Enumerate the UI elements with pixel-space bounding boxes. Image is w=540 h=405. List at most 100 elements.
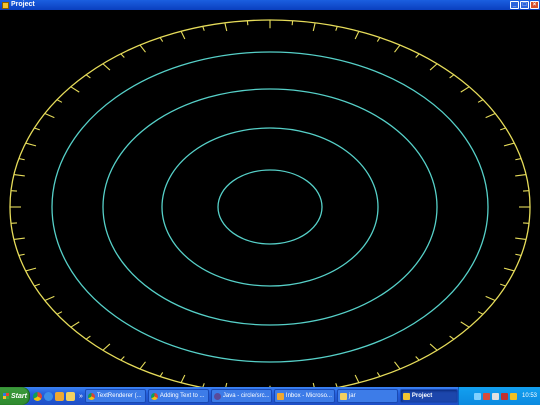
volume-icon[interactable] <box>491 392 499 400</box>
tick-mark <box>18 158 25 161</box>
maximize-icon: □ <box>522 2 527 8</box>
tick-mark <box>18 253 25 256</box>
start-label: Start <box>11 392 27 400</box>
tick-mark <box>139 44 146 53</box>
close-icon: × <box>532 2 537 8</box>
task-button-jar[interactable]: jar <box>336 389 398 403</box>
tick-mark <box>180 31 186 40</box>
network-icon[interactable] <box>473 392 481 400</box>
tick-mark <box>120 53 125 58</box>
tick-mark <box>291 20 294 26</box>
tick-mark <box>120 356 125 361</box>
minimize-button[interactable]: _ <box>510 1 519 9</box>
tick-mark <box>429 343 438 351</box>
tick-mark <box>415 356 420 361</box>
tick-mark <box>34 127 40 131</box>
tick-mark <box>500 127 506 131</box>
tick-mark <box>70 86 80 93</box>
task-button-java-eclipse[interactable]: Java - circle/src... <box>210 389 272 403</box>
start-button[interactable]: Start <box>0 387 30 405</box>
tick-mark <box>224 22 228 32</box>
tick-mark <box>485 295 496 302</box>
tick-mark <box>139 361 146 370</box>
tick-mark <box>246 20 249 26</box>
tick-mark <box>503 267 515 272</box>
tick-mark <box>85 74 91 79</box>
tick-mark <box>376 372 381 377</box>
close-button[interactable]: × <box>530 1 539 9</box>
tick-mark <box>44 112 55 119</box>
tick-mark <box>429 63 438 71</box>
java-applet-icon <box>402 392 410 400</box>
overflow-chevron[interactable]: » <box>79 393 83 400</box>
folder-icon <box>339 392 347 400</box>
window-title: Project <box>11 1 35 8</box>
outlook-icon[interactable] <box>55 391 64 401</box>
tick-mark <box>354 31 360 40</box>
minimize-icon: _ <box>512 2 517 8</box>
ie-icon[interactable] <box>44 391 53 401</box>
tick-mark <box>85 335 91 340</box>
taskbar: Start » TextRenderer (... Adding Text to… <box>0 387 540 405</box>
task-button-project[interactable]: Project <box>399 389 458 403</box>
outer-ellipse <box>9 19 531 387</box>
chrome-icon <box>150 392 158 400</box>
tick-mark <box>477 311 484 315</box>
java-applet-icon <box>2 1 9 9</box>
eclipse-icon <box>213 392 221 400</box>
tick-mark <box>335 26 338 31</box>
task-button-textrenderer[interactable]: TextRenderer (... <box>84 389 146 403</box>
tick-mark <box>312 22 316 32</box>
tick-mark <box>180 374 186 383</box>
chrome-icon <box>87 392 95 400</box>
task-button-adding-text[interactable]: Adding Text to ... <box>147 389 209 403</box>
tick-mark <box>25 142 37 147</box>
update-icon[interactable] <box>509 392 517 400</box>
clock: 10:53 <box>521 393 537 399</box>
shield-icon[interactable] <box>482 392 490 400</box>
task-label: Project <box>411 393 433 399</box>
outlook-icon <box>276 392 284 400</box>
ellipse-drawing <box>9 19 531 387</box>
ring-2 <box>102 88 438 326</box>
tick-mark <box>102 63 111 71</box>
tick-mark <box>159 37 164 42</box>
tick-mark <box>394 361 401 370</box>
tick-mark <box>460 86 470 93</box>
task-label: Java - circle/src... <box>222 393 270 399</box>
task-button-inbox[interactable]: Inbox - Microso... <box>273 389 335 403</box>
tick-mark <box>477 99 484 103</box>
task-label: Adding Text to ... <box>159 393 205 399</box>
ring-3 <box>161 127 379 287</box>
folder-icon[interactable] <box>66 391 75 401</box>
tick-mark <box>34 283 40 287</box>
tick-mark <box>394 44 401 53</box>
tick-mark <box>500 283 506 287</box>
tick-mark <box>102 343 111 351</box>
task-list: TextRenderer (... Adding Text to ... Jav… <box>84 389 458 403</box>
ring-4 <box>217 169 323 245</box>
tick-mark <box>415 53 420 58</box>
antivirus-icon[interactable] <box>500 392 508 400</box>
tick-mark <box>70 321 80 328</box>
tick-mark <box>159 372 164 377</box>
tick-mark <box>354 374 360 383</box>
tick-mark <box>515 253 522 256</box>
tick-mark <box>56 311 63 315</box>
windows-flag-icon <box>3 393 10 399</box>
tick-mark <box>25 267 37 272</box>
tick-mark <box>515 173 527 177</box>
tick-mark <box>44 295 55 302</box>
ring-1 <box>51 51 489 363</box>
chrome-icon[interactable] <box>33 391 42 401</box>
tick-mark <box>485 112 496 119</box>
tick-mark <box>515 237 527 241</box>
title-bar[interactable]: Project _ □ × <box>0 0 540 10</box>
quick-launch <box>33 391 75 401</box>
maximize-button[interactable]: □ <box>520 1 529 9</box>
tick-mark <box>376 37 381 42</box>
tick-mark <box>515 158 522 161</box>
system-tray: 10:53 <box>458 387 540 405</box>
tick-mark <box>13 173 25 177</box>
tick-mark <box>13 237 25 241</box>
